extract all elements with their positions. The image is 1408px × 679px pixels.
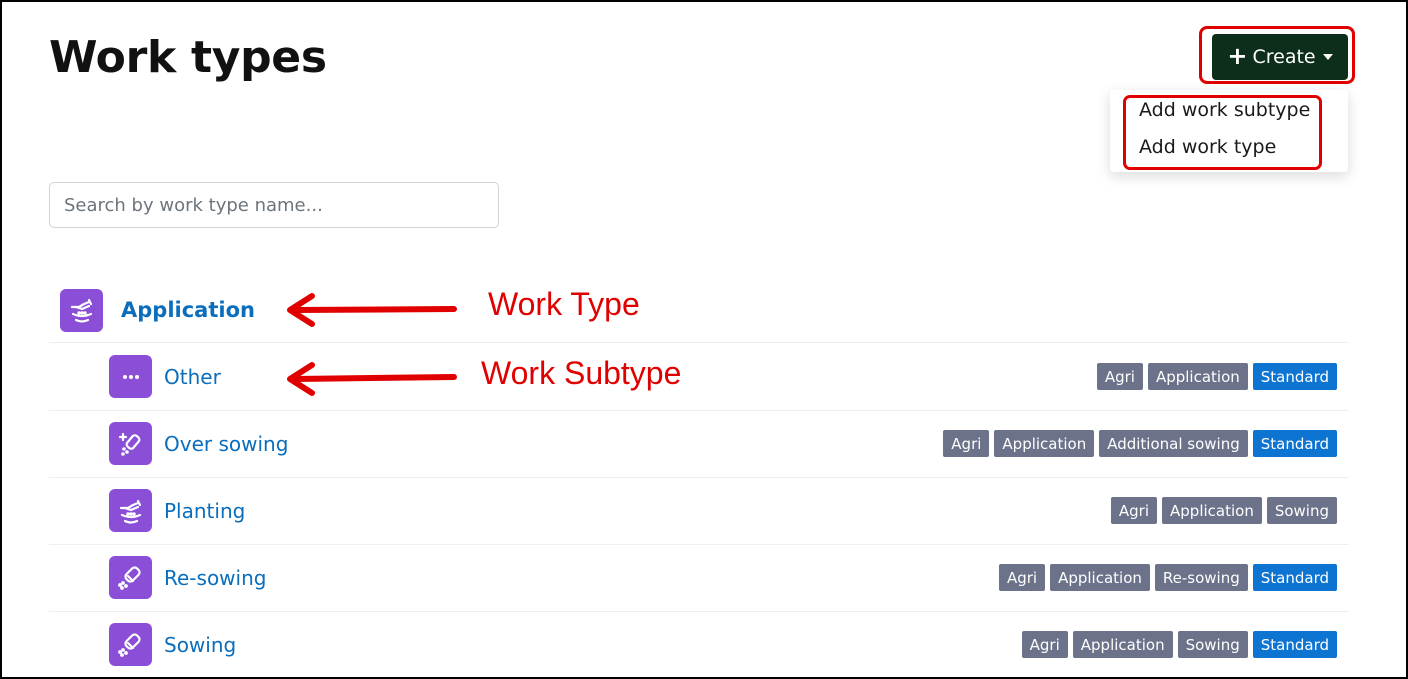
work-type-annotation: Work Type bbox=[488, 286, 640, 322]
tag-badge: Re-sowing bbox=[1154, 564, 1248, 591]
tag-badge: Agri bbox=[1021, 631, 1068, 658]
tag-list: Agri Application Standard bbox=[1096, 363, 1337, 390]
plus-icon: + bbox=[1227, 42, 1248, 70]
subtype-row-planting: Planting Agri Application Sowing bbox=[49, 477, 1349, 545]
planting-hand-icon bbox=[109, 489, 152, 532]
tag-badge: Standard bbox=[1252, 631, 1337, 658]
tag-badge: Agri bbox=[1110, 497, 1158, 524]
seed-shaker-icon bbox=[109, 623, 152, 666]
subtype-row-over-sowing: Over sowing Agri Application Additional … bbox=[49, 410, 1349, 478]
tag-list: Agri Application Sowing Standard bbox=[1021, 631, 1337, 658]
tag-badge: Application bbox=[1050, 564, 1150, 591]
ellipsis-icon bbox=[109, 355, 152, 398]
tag-list: Agri Application Sowing bbox=[1110, 497, 1337, 524]
seed-shaker-icon bbox=[109, 556, 152, 599]
tag-list: Agri Application Re-sowing Standard bbox=[998, 564, 1337, 591]
tag-badge: Agri bbox=[998, 564, 1046, 591]
tag-badge: Application bbox=[1072, 631, 1173, 658]
subtype-name[interactable]: Over sowing bbox=[164, 432, 288, 456]
tag-badge: Sowing bbox=[1266, 497, 1337, 524]
tag-badge: Standard bbox=[1252, 430, 1337, 457]
dropdown-highlight bbox=[1123, 95, 1322, 170]
subtype-name[interactable]: Planting bbox=[164, 499, 245, 523]
tag-badge: Application bbox=[1162, 497, 1262, 524]
tag-badge: Agri bbox=[943, 430, 990, 457]
subtype-name[interactable]: Sowing bbox=[164, 633, 236, 657]
tag-badge: Agri bbox=[1096, 363, 1143, 390]
work-type-arrow-icon bbox=[287, 293, 457, 327]
subtype-name[interactable]: Other bbox=[164, 365, 221, 389]
tag-badge: Application bbox=[1147, 363, 1248, 390]
tag-list: Agri Application Additional sowing Stand… bbox=[943, 430, 1337, 457]
planting-hand-icon bbox=[60, 288, 103, 332]
tag-badge: Additional sowing bbox=[1099, 430, 1248, 457]
subtype-name[interactable]: Re-sowing bbox=[164, 566, 266, 590]
create-button[interactable]: + Create bbox=[1212, 34, 1348, 80]
create-button-label: Create bbox=[1252, 46, 1316, 68]
tag-badge: Standard bbox=[1252, 363, 1337, 390]
tag-badge: Sowing bbox=[1177, 631, 1248, 658]
page-frame: Work types + Create Add work subtype Add… bbox=[0, 0, 1408, 679]
page-title: Work types bbox=[49, 32, 327, 83]
subtype-row-other: Other Agri Application Standard bbox=[49, 343, 1349, 411]
search-input[interactable] bbox=[49, 182, 499, 228]
over-sowing-icon bbox=[109, 422, 152, 465]
caret-down-icon bbox=[1322, 54, 1333, 60]
subtype-row-sowing: Sowing Agri Application Sowing Standard bbox=[49, 611, 1349, 677]
tag-badge: Application bbox=[994, 430, 1095, 457]
work-type-row: Application bbox=[49, 278, 1349, 343]
work-subtype-annotation: Work Subtype bbox=[481, 355, 682, 391]
work-subtype-arrow-icon bbox=[287, 362, 457, 396]
work-type-name[interactable]: Application bbox=[121, 298, 255, 322]
tag-badge: Standard bbox=[1252, 564, 1337, 591]
subtype-row-re-sowing: Re-sowing Agri Application Re-sowing Sta… bbox=[49, 544, 1349, 612]
